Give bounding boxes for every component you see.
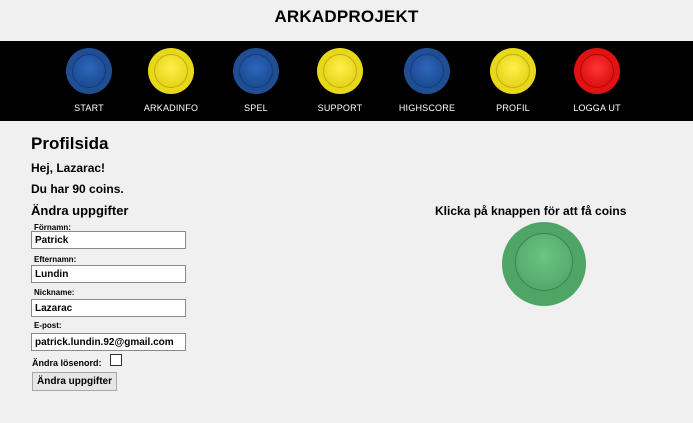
nav-label-highscore: HIGHSCORE: [398, 103, 456, 113]
yellow-arcade-button-icon: [490, 48, 536, 94]
first-name-field[interactable]: [31, 231, 186, 249]
nav-item-spel[interactable]: SPEL: [216, 48, 296, 118]
coins-balance-text: Du har 90 coins.: [31, 182, 124, 196]
red-arcade-button-icon: [574, 48, 620, 94]
last-name-field[interactable]: [31, 265, 186, 283]
blue-arcade-button-icon: [233, 48, 279, 94]
nav-item-highscore[interactable]: HIGHSCORE: [387, 48, 467, 118]
nav-label-arkadinfo: ARKADINFO: [143, 103, 199, 113]
nav-label-profil: PROFIL: [496, 103, 530, 113]
blue-arcade-button-icon: [66, 48, 112, 94]
coins-prompt-text: Klicka på knappen för att få coins: [435, 204, 627, 218]
nav-label-support: SUPPORT: [317, 103, 363, 113]
change-password-checkbox[interactable]: [110, 354, 122, 366]
nav-label-logga-ut: LOGGA UT: [573, 103, 621, 113]
email-label: E-post:: [34, 321, 62, 330]
site-header: ARKADPROJEKT: [0, 0, 693, 41]
green-arcade-button-icon: [515, 233, 573, 291]
yellow-arcade-button-icon: [317, 48, 363, 94]
nav-item-arkadinfo[interactable]: ARKADINFO: [131, 48, 211, 118]
last-name-label: Efternamn:: [34, 255, 77, 264]
page-title: Profilsida: [31, 134, 109, 153]
nickname-field[interactable]: [31, 299, 186, 317]
nav-label-spel: SPEL: [244, 103, 268, 113]
change-password-label: Ändra lösenord:: [32, 358, 102, 368]
profile-content: Profilsida Hej, Lazarac! Du har 90 coins…: [0, 121, 693, 423]
email-field[interactable]: [31, 333, 186, 351]
greeting-text: Hej, Lazarac!: [31, 161, 106, 175]
nav-label-start: START: [74, 103, 104, 113]
site-title: ARKADPROJEKT: [274, 7, 419, 26]
blue-arcade-button-icon: [404, 48, 450, 94]
update-profile-button[interactable]: Ändra uppgifter: [32, 372, 117, 391]
nickname-label: Nickname:: [34, 288, 75, 297]
nav-item-logga-ut[interactable]: LOGGA UT: [557, 48, 637, 118]
main-nav: START ARKADINFO SPEL SUPPORT HIGHSCORE P…: [0, 41, 693, 121]
edit-form-title: Ändra uppgifter: [31, 203, 129, 218]
nav-item-profil[interactable]: PROFIL: [473, 48, 553, 118]
nav-item-support[interactable]: SUPPORT: [300, 48, 380, 118]
nav-item-start[interactable]: START: [49, 48, 129, 118]
yellow-arcade-button-icon: [148, 48, 194, 94]
get-coins-button[interactable]: [502, 222, 586, 306]
